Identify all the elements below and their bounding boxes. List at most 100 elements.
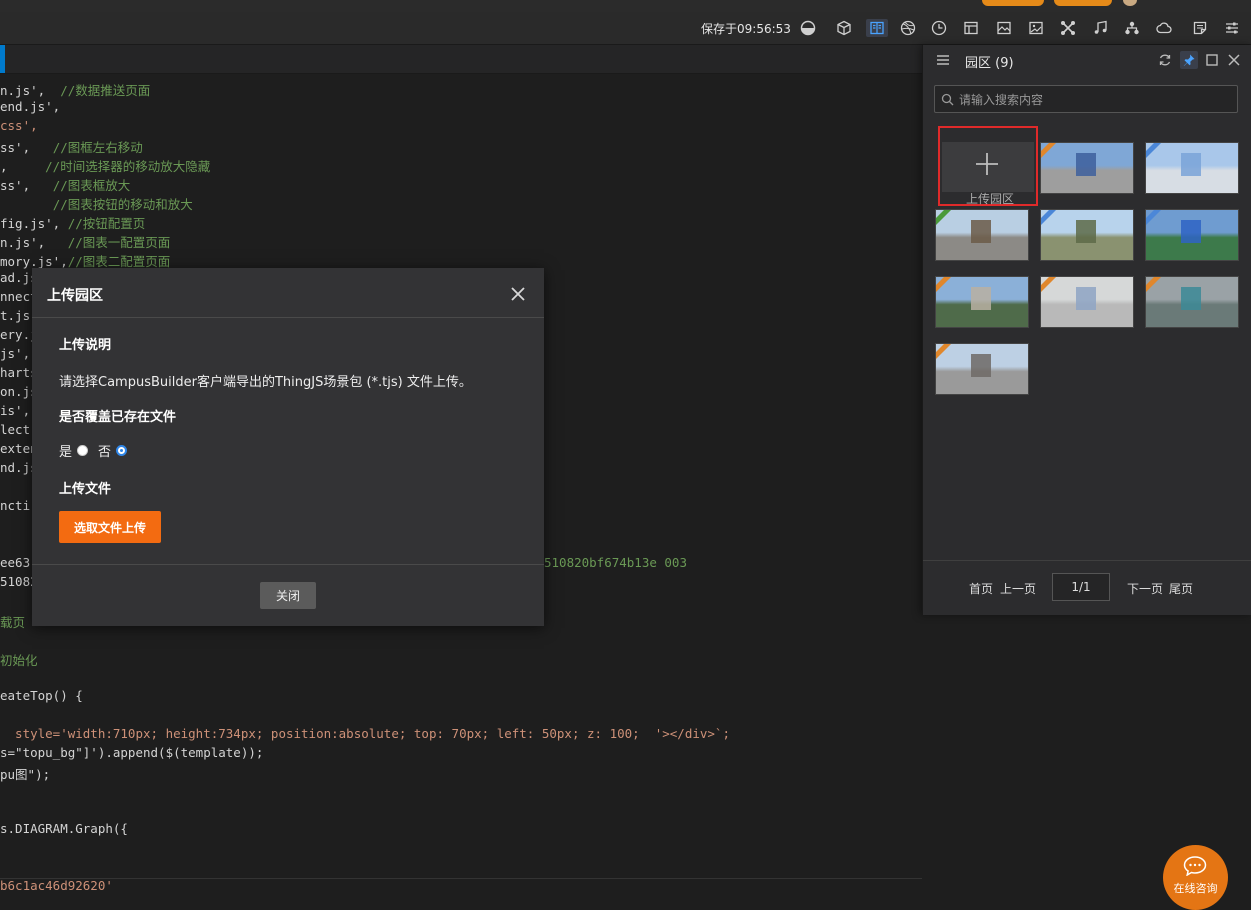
- panel-header: 园区 (9): [923, 45, 1251, 75]
- code-line: s.DIAGRAM.Graph({: [0, 821, 128, 836]
- thumbnail-building: [1180, 153, 1202, 176]
- book-icon[interactable]: [866, 19, 888, 37]
- thumbnail-badge: [936, 210, 955, 228]
- code-line: is',: [0, 403, 31, 418]
- campus-thumbnail-7[interactable]: [1040, 276, 1134, 328]
- code-line: n.js', //数据推送页面: [0, 83, 151, 98]
- search-icon: [941, 93, 954, 106]
- page-number-input[interactable]: 1/1: [1052, 573, 1110, 601]
- thumbnail-building: [1075, 220, 1097, 243]
- close-icon[interactable]: [1225, 51, 1243, 69]
- thumbnail-badge: [936, 277, 955, 295]
- overwrite-no-label: 否: [98, 445, 112, 460]
- overwrite-yes-label: 是: [59, 445, 73, 460]
- thumbnail-building: [970, 220, 992, 243]
- thumbnail-badge: [1041, 210, 1060, 228]
- code-line: css',: [0, 118, 38, 133]
- code-line: ss', //图框左右移动: [0, 140, 143, 155]
- overwrite-radio-group: 是 否: [59, 441, 137, 460]
- panel-title: 园区 (9): [965, 56, 1014, 71]
- thumbnail-badge: [936, 344, 955, 362]
- cloud-icon[interactable]: [1155, 19, 1173, 37]
- badge-pill: [1054, 0, 1112, 6]
- online-consult-label: 在线咨询: [1173, 882, 1218, 895]
- pagination: 首页 上一页 1/1 下一页 尾页: [923, 560, 1251, 616]
- cube-icon[interactable]: [835, 19, 853, 37]
- campus-thumbnail-4[interactable]: [1040, 209, 1134, 261]
- upload-instructions-heading: 上传说明: [59, 338, 112, 353]
- menu-icon[interactable]: [934, 51, 952, 69]
- last-page-link[interactable]: 尾页: [1169, 580, 1193, 597]
- thumbnail-building: [1075, 153, 1097, 176]
- note-icon[interactable]: [1191, 19, 1209, 37]
- pin-icon[interactable]: [1180, 51, 1198, 69]
- campus-thumbnail-8[interactable]: [1145, 276, 1239, 328]
- dialog-header: 上传园区: [32, 268, 544, 318]
- next-page-link[interactable]: 下一页: [1127, 580, 1163, 597]
- overwrite-yes-radio[interactable]: [77, 445, 89, 456]
- code-line: eateTop() {: [0, 688, 83, 703]
- search-input[interactable]: [957, 89, 1231, 111]
- image-icon[interactable]: [995, 19, 1013, 37]
- campus-thumbnail-1[interactable]: [1040, 142, 1134, 194]
- campus-panel: 园区 (9) 上传园区 首页 上一页 1/1 下一页 尾页: [922, 45, 1251, 615]
- dialog-title: 上传园区: [47, 288, 103, 304]
- code-line: js',: [0, 346, 31, 361]
- thumbnail-badge: [1146, 277, 1165, 295]
- code-line: fig.js', //按钮配置页: [0, 216, 146, 231]
- campus-thumbnail-9[interactable]: [935, 343, 1029, 395]
- online-consult-button[interactable]: 在线咨询: [1163, 845, 1228, 910]
- active-tab-marker[interactable]: [0, 45, 5, 73]
- overwrite-no-radio[interactable]: [116, 445, 128, 456]
- window-title-strip: [0, 0, 1251, 12]
- close-button[interactable]: 关闭: [260, 582, 316, 609]
- thumbnail-badge: [1146, 210, 1165, 228]
- thumbnail-building: [1180, 220, 1202, 243]
- thumbnail-badge: [1041, 277, 1060, 295]
- close-icon[interactable]: [508, 284, 528, 304]
- thumbnail-badge: [1146, 143, 1165, 161]
- first-page-link[interactable]: 首页: [969, 580, 993, 597]
- picture-icon[interactable]: [1027, 19, 1045, 37]
- campus-thumbnail-3[interactable]: [935, 209, 1029, 261]
- upload-tile-body: 上传园区: [942, 142, 1034, 206]
- thumbnail-badge: [1041, 143, 1060, 161]
- upload-campus-dialog: 上传园区 上传说明 请选择CampusBuilder客户端导出的ThingJS场…: [32, 268, 544, 626]
- thumbnail-building: [1180, 287, 1202, 310]
- code-line: pu图");: [0, 767, 51, 782]
- theme-icon[interactable]: [799, 19, 817, 37]
- sliders-icon[interactable]: [1223, 19, 1241, 37]
- upload-campus-tile[interactable]: 上传园区: [938, 126, 1038, 206]
- code-line: 初始化: [0, 653, 38, 668]
- upload-file-heading: 上传文件: [59, 482, 112, 497]
- editor-tab-bar: [0, 45, 922, 74]
- code-line: n.js', //图表一配置页面: [0, 235, 171, 250]
- code-line: ee63 510820bf674b13e 003: [0, 555, 687, 570]
- code-line: , //时间选择器的移动放大隐藏: [0, 159, 211, 174]
- code-line: ss', //图表框放大: [0, 178, 131, 193]
- plus-icon: [976, 153, 998, 175]
- hierarchy-icon[interactable]: [1123, 19, 1141, 37]
- music-icon[interactable]: [1091, 19, 1109, 37]
- avatar[interactable]: [1123, 0, 1137, 6]
- thumbnail-building: [970, 354, 992, 377]
- overwrite-heading: 是否覆盖已存在文件: [59, 410, 177, 425]
- campus-thumbnail-2[interactable]: [1145, 142, 1239, 194]
- drone-icon[interactable]: [1059, 19, 1077, 37]
- select-file-upload-button[interactable]: 选取文件上传: [59, 511, 161, 543]
- thumbnail-building: [970, 287, 992, 310]
- code-line: b6c1ac46d92620': [0, 878, 113, 893]
- search-box: [934, 85, 1238, 113]
- clock-icon[interactable]: [930, 19, 948, 37]
- dribbble-icon[interactable]: [899, 19, 917, 37]
- layout-icon[interactable]: [962, 19, 980, 37]
- dialog-footer: 关闭: [32, 564, 544, 627]
- refresh-icon[interactable]: [1156, 51, 1174, 69]
- campus-thumbnail-5[interactable]: [1145, 209, 1239, 261]
- top-toolbar: 保存于09:56:53: [0, 12, 1251, 45]
- campus-thumbnail-6[interactable]: [935, 276, 1029, 328]
- maximize-icon[interactable]: [1203, 51, 1221, 69]
- code-line: s="topu_bg"]').append($(template));: [0, 745, 264, 760]
- prev-page-link[interactable]: 上一页: [1000, 580, 1036, 597]
- editor-divider: [0, 878, 922, 879]
